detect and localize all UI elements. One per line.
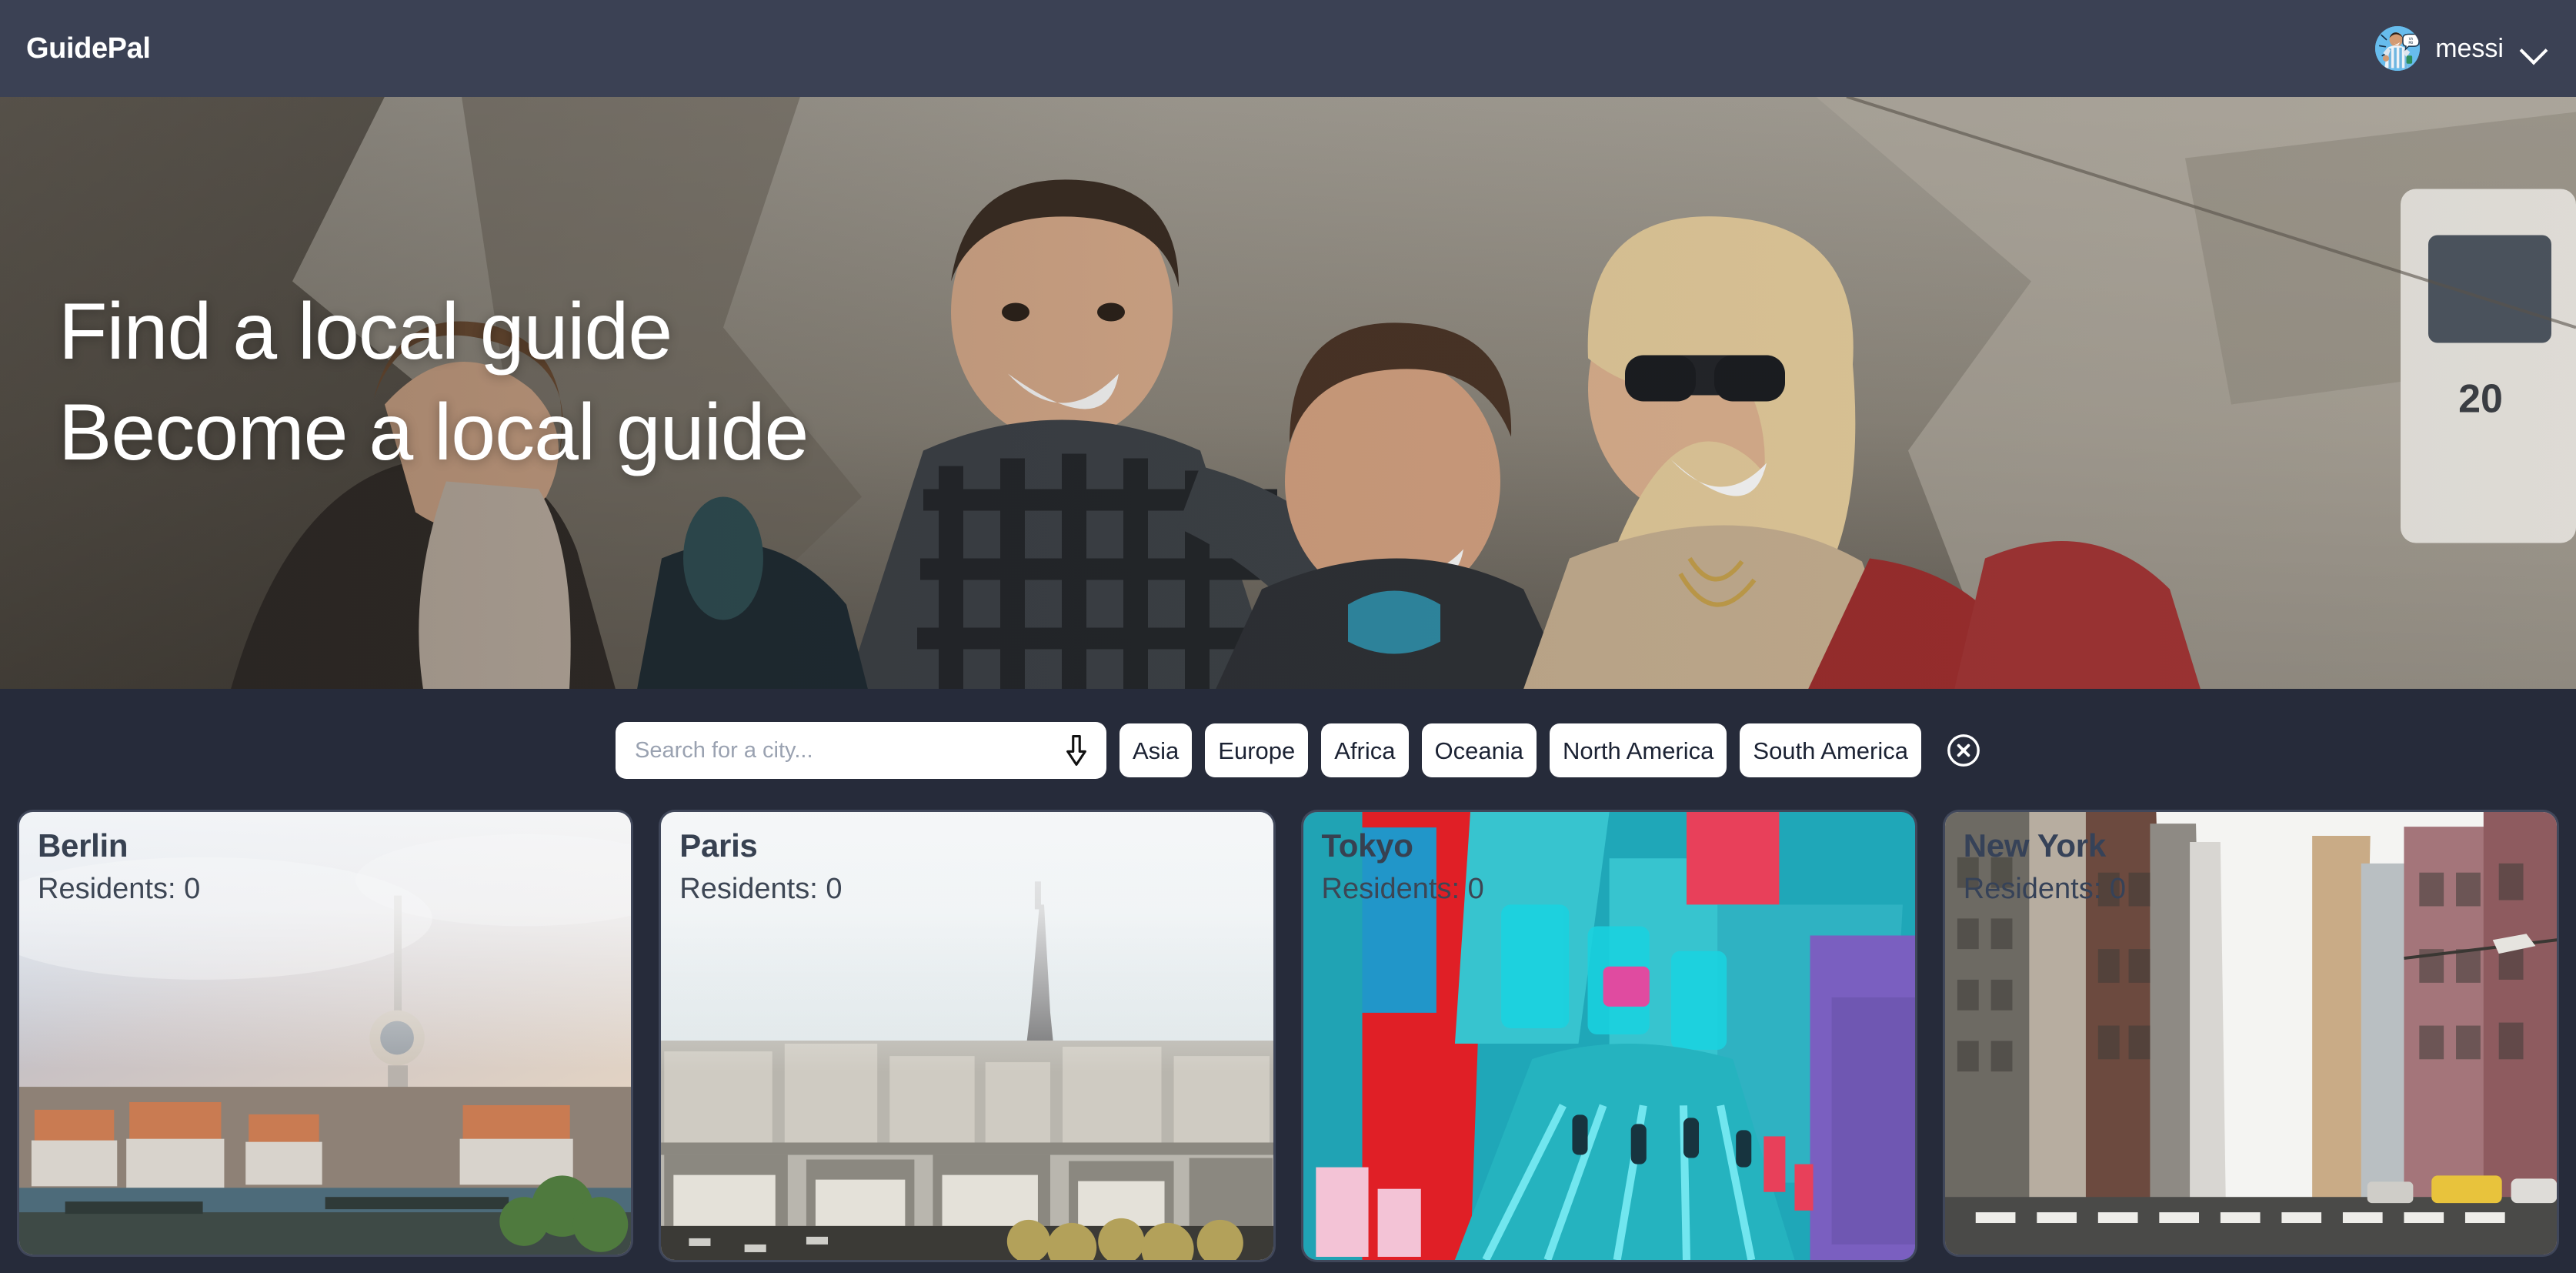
continent-filter-africa[interactable]: Africa [1321,723,1409,777]
app-header: GuidePal VA MO messi [0,0,2576,97]
city-card-text: Paris Residents: 0 [679,825,842,909]
user-name: messi [2435,34,2504,63]
city-card-new-york[interactable]: New York Residents: 0 [1944,812,2557,1255]
app-brand-logo[interactable]: GuidePal [26,34,151,63]
avatar: VA MO [2375,26,2421,71]
clear-filters-button[interactable] [1944,730,1984,770]
continent-filter-north-america[interactable]: North America [1549,723,1727,777]
continent-filter-europe[interactable]: Europe [1205,723,1309,777]
city-card-text: Berlin Residents: 0 [38,825,200,909]
city-name: Berlin [38,827,128,864]
continent-filter-oceania[interactable]: Oceania [1421,723,1537,777]
continent-filter-asia[interactable]: Asia [1119,723,1193,777]
continent-filter-south-america[interactable]: South America [1740,723,1921,777]
city-residents: Residents: 0 [1321,872,1484,905]
city-name: Tokyo [1321,827,1413,864]
chevron-down-icon[interactable] [2521,41,2547,56]
hero-headline: Find a local guide Become a local guide [58,287,809,478]
city-residents: Residents: 0 [679,872,843,905]
svg-text:MO: MO [2409,41,2414,45]
city-card-text: Tokyo Residents: 0 [1322,825,1484,909]
city-card-text: New York Residents: 0 [1964,825,2126,909]
city-name: New York [1963,827,2106,864]
city-card-tokyo[interactable]: Tokyo Residents: 0 [1303,812,1915,1260]
close-circle-icon [1945,732,1982,769]
city-residents: Residents: 0 [38,872,201,905]
city-card-paris[interactable]: Paris Residents: 0 [661,812,1273,1260]
hero-section: 20 [0,97,2576,689]
city-residents: Residents: 0 [1963,872,2126,905]
svg-text:VA: VA [2409,37,2414,42]
search-field-wrapper [615,722,1106,779]
user-menu[interactable]: VA MO messi [2375,26,2547,71]
city-card-berlin[interactable]: Berlin Residents: 0 [19,812,632,1255]
filter-bar: Asia Europe Africa Oceania North America… [0,689,2576,812]
city-name: Paris [679,827,758,864]
search-input[interactable] [615,722,1106,779]
city-card-list: Berlin Residents: 0 Paris Residents: 0 T… [0,812,2576,1273]
